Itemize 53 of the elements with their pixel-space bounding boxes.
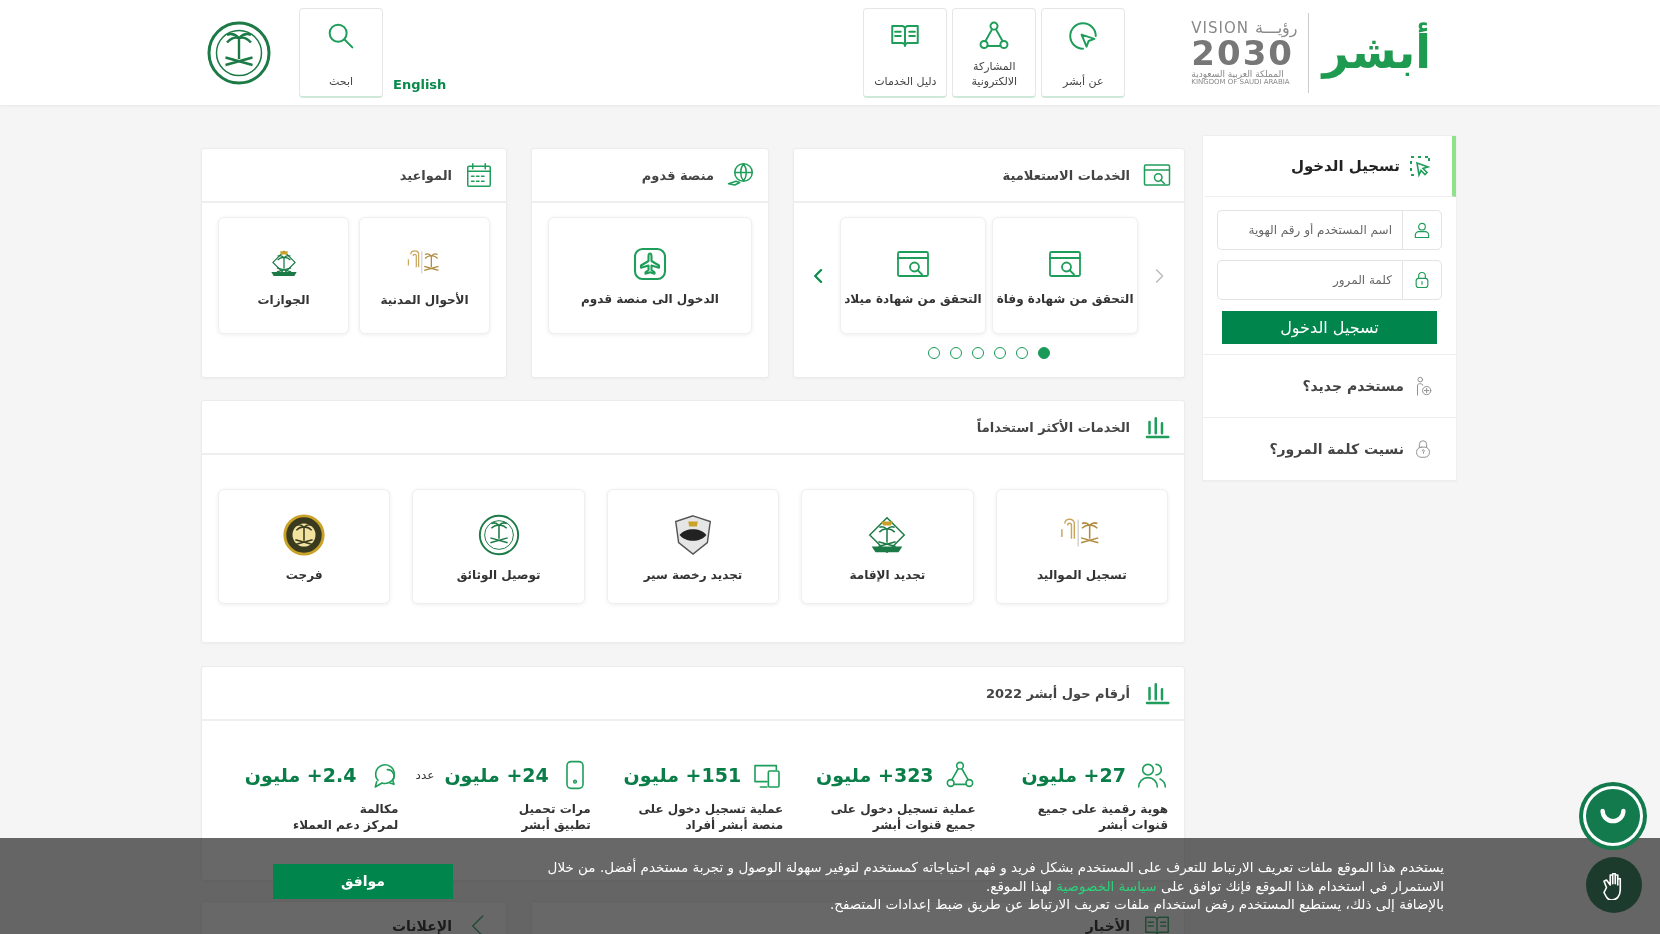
language-link[interactable]: English bbox=[393, 76, 447, 92]
user-icon bbox=[1412, 220, 1432, 240]
vision-arabic: رؤيـــة bbox=[1255, 19, 1298, 36]
airplane-icon bbox=[632, 245, 668, 282]
cursor-select-icon bbox=[1408, 154, 1432, 178]
card-title: الخدمات الاستعلامية bbox=[1002, 167, 1130, 183]
service-tile[interactable]: التحقق من شهادة وفاة bbox=[992, 217, 1139, 334]
cookie-message: يستخدم هذا الموقع ملفات تعريف الارتباط للتعرف على المستخدم بشكل فريد و فهم احتياجاته كمستخدم لتوفير سهولة الوصول و تجربة مستخدم أفضل. من خلال الاستمرار في استخدام هذا الموقع فإنك توافق على سياسة الخصوصية لهذا الموقع. bbox=[546, 857, 1444, 896]
stat-label: مرات تحميل تطبيق أبشر bbox=[517, 801, 591, 834]
site-logo[interactable]: أبشر bbox=[1318, 18, 1435, 87]
search-button[interactable]: ابحث bbox=[299, 7, 383, 98]
login-title: تسجيل الدخول bbox=[1290, 157, 1400, 175]
stat-value: 27+ مليون bbox=[1021, 764, 1126, 786]
card-title: المواعيد bbox=[399, 167, 452, 183]
stat-label: مكالمة لمركز دعم العملاء bbox=[292, 801, 399, 834]
service-tile[interactable]: تجديد رخصة سير bbox=[606, 489, 780, 604]
service-tile[interactable]: الأحوال المدنية bbox=[359, 217, 490, 334]
stat-value: 24+ مليون bbox=[444, 764, 549, 786]
stat-label: هوية رقمية على جميع قنوات أبشر bbox=[1036, 801, 1168, 834]
service-tile[interactable]: تجديد الإقامة bbox=[801, 489, 974, 604]
section-title: الخدمات الأكثر استخداماً bbox=[976, 419, 1130, 435]
stat-label: عملية تسجيل دخول على منصة أبشر أفراد bbox=[637, 801, 784, 834]
nav-button[interactable]: المشاركة الالكترونية bbox=[952, 7, 1037, 98]
stat-value: 323+ مليون bbox=[815, 764, 934, 786]
smile-icon bbox=[1600, 808, 1626, 824]
stat-value: 151+ مليون bbox=[623, 764, 742, 786]
login-button[interactable]: تسجيل الدخول bbox=[1222, 311, 1437, 344]
agree-button[interactable]: موافق bbox=[273, 863, 453, 899]
stat-unit: عدد bbox=[415, 768, 435, 782]
carousel-dot[interactable] bbox=[1038, 347, 1050, 359]
calendar-icon bbox=[464, 160, 494, 190]
service-tile[interactable]: فرجت bbox=[217, 489, 391, 604]
service-tile[interactable]: توصيل الوثائق bbox=[412, 489, 585, 604]
stat-label: عملية تسجيل دخول على جميع قنوات أبشر bbox=[829, 801, 976, 834]
service-tile[interactable]: التحقق من شهادة ميلاد bbox=[839, 217, 986, 334]
vision-country: المملكة العربية السعودية bbox=[1191, 69, 1284, 79]
cookie-note: بالإضافة إلى ذلك، يستطيع المستخدم رفض استخدام ملفات تعريف الارتباط عن طريق ضبط إعدادات المتصفح. bbox=[828, 895, 1444, 915]
account-link[interactable]: مستخدم جديد؟ bbox=[1302, 378, 1404, 394]
service-tile[interactable]: الجوازات bbox=[218, 217, 349, 334]
medal-emblem-icon bbox=[281, 511, 328, 558]
password-field[interactable]: كلمة المرور bbox=[1217, 260, 1402, 300]
account-link[interactable]: نسيت كلمة المرور؟ bbox=[1269, 441, 1404, 457]
card-title: منصة قدوم bbox=[641, 167, 714, 183]
vision-word: VISION bbox=[1191, 20, 1249, 36]
card-title: الإعلانات bbox=[392, 918, 452, 934]
service-tile[interactable]: تسجيل المواليد bbox=[995, 489, 1168, 604]
nav-button[interactable]: عن أبشر bbox=[1041, 7, 1126, 98]
nav-button[interactable]: دليل الخدمات bbox=[863, 7, 948, 98]
support-button[interactable] bbox=[1583, 786, 1643, 846]
stat-value: 2.4+ مليون bbox=[244, 764, 357, 786]
section-title: أرقام حول أبشر 2022 bbox=[985, 685, 1130, 701]
card-title: الأخبار bbox=[1085, 918, 1130, 934]
service-tile[interactable]: الدخول الى منصة قدوم bbox=[548, 217, 752, 334]
